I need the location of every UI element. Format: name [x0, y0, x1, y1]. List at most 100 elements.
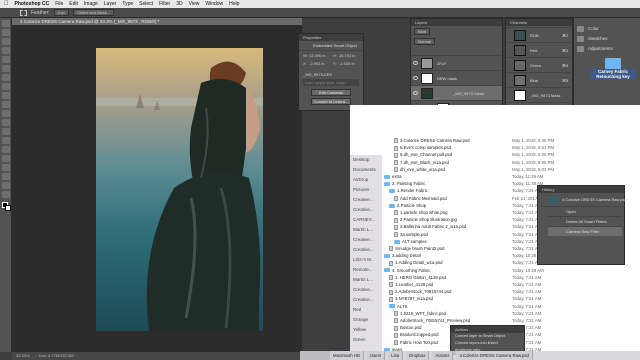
healing-tool-icon[interactable]: [1, 74, 10, 81]
gradient-tool-icon[interactable]: [1, 119, 10, 126]
apple-icon[interactable]: : [4, 1, 9, 7]
lasso-tool-icon[interactable]: [1, 38, 10, 45]
brush-tool-icon[interactable]: [1, 83, 10, 90]
sidebar-item[interactable]: Martin L...: [350, 225, 382, 235]
sidebar-item[interactable]: LISA's M...: [350, 255, 382, 265]
finder-row[interactable]: 3.Colorize DRESS Camera Raw.psd May 1, 20…: [384, 137, 554, 144]
menu-select[interactable]: Select: [139, 1, 153, 7]
channel-row[interactable]: Green ⌘4: [506, 57, 573, 72]
quick-select-tool-icon[interactable]: [1, 47, 10, 54]
desktop-folder[interactable]: Carney Fabric Retouching key: [590, 58, 636, 86]
type-tool-icon[interactable]: [1, 155, 10, 162]
finder-row[interactable]: 3a.sample.psd Today, 7:21 AM: [384, 231, 542, 238]
path-select-tool-icon[interactable]: [1, 164, 10, 171]
path-item[interactable]: Actions: [432, 351, 454, 360]
history-state[interactable]: Delete All Smart Filters: [548, 216, 622, 226]
shape-tool-icon[interactable]: [1, 173, 10, 180]
menu-view[interactable]: View: [189, 1, 200, 7]
tag-orange[interactable]: Orange: [350, 315, 382, 325]
history-state-selected[interactable]: Camera Raw Filter: [548, 226, 622, 236]
finder-row[interactable]: ALT samples Today, 7:21 AM: [384, 238, 542, 245]
finder-row[interactable]: ALTS Today, 7:21 AM: [384, 303, 542, 310]
sidebar-item[interactable]: Documents: [350, 165, 382, 175]
document-image[interactable]: [96, 48, 263, 331]
layer-row-selected[interactable]: _MG_9573 Gown: [411, 85, 502, 100]
finder-row[interactable]: 2. Painting Fabric Today, 11:38 AM: [384, 180, 543, 187]
channels-title[interactable]: Channels: [506, 19, 572, 26]
channel-row[interactable]: Red ⌘3: [506, 42, 573, 57]
menu-3d[interactable]: 3D: [176, 1, 182, 7]
path-item[interactable]: Macintosh HD: [330, 351, 364, 360]
tag-yellow[interactable]: Yellow: [350, 325, 382, 335]
tag-red[interactable]: Red: [350, 305, 382, 315]
sidebar-item[interactable]: Remote...: [350, 265, 382, 275]
menu-edit[interactable]: Edit: [69, 1, 78, 7]
hand-tool-icon[interactable]: [1, 182, 10, 189]
finder-row[interactable]: 1.Leather_4128.psd Today, 7:21 AM: [384, 281, 542, 288]
sidebar-item[interactable]: Desktop: [350, 155, 382, 165]
finder-row[interactable]: 1.5219_WFT_fabric.psd Today, 7:21 AM: [384, 310, 542, 317]
app-menu[interactable]: Photoshop CC: [15, 1, 50, 7]
channel-row[interactable]: _MG_9573 Mask: [506, 87, 573, 102]
feather-input[interactable]: 0 px: [53, 9, 70, 16]
path-item[interactable]: Dropbox: [406, 351, 430, 360]
w-value[interactable]: 12.496 in: [309, 53, 325, 58]
finder-row[interactable]: Add Fabric Mermaid.psd Feb 21, 2017, 7:21…: [384, 195, 555, 202]
finder-row[interactable]: AdobeStock_70815744_Preview.psd Today, 7:…: [384, 317, 542, 324]
layers-title[interactable]: Layers: [411, 19, 502, 26]
sidebar-item[interactable]: Pictures: [350, 185, 382, 195]
sidebar-item[interactable]: AirDrop: [350, 175, 382, 185]
menu-file[interactable]: File: [55, 1, 63, 7]
finder-row[interactable]: 3.Ballerina Adult Fabric 2_w1a.psd Today,…: [384, 223, 542, 230]
y-value[interactable]: -1.035 in: [339, 61, 355, 66]
finder-row[interactable]: 3.adding Detail Today, 10:28 AM: [384, 252, 544, 259]
finder-row[interactable]: 1.Render Fabric Today, 7:21 AM: [384, 187, 542, 194]
finder-row[interactable]: 2.AdobeStock_70815744.psd Today, 7:21 AM: [384, 288, 542, 295]
menu-help[interactable]: Help: [229, 1, 239, 7]
pen-tool-icon[interactable]: [1, 146, 10, 153]
history-state[interactable]: Open: [548, 206, 622, 216]
path-item[interactable]: 4.Colorize DRESS Camera Raw.psd: [456, 351, 533, 360]
background-color-swatch[interactable]: [5, 205, 11, 211]
sidebar-item[interactable]: Creative...: [350, 245, 382, 255]
visibility-eye-icon[interactable]: [413, 61, 418, 65]
document-tab[interactable]: 4.Colorize DRESS Camera Raw.psd @ 33.3% …: [12, 18, 302, 26]
zoom-level[interactable]: 33.33%: [16, 353, 30, 358]
eraser-tool-icon[interactable]: [1, 110, 10, 117]
path-item[interactable]: Users: [366, 351, 386, 360]
finder-row[interactable]: extra Today, 11:29 AM: [384, 173, 543, 180]
swatches-panel-tab[interactable]: Swatches: [574, 34, 640, 44]
finder-row[interactable]: 1. HERO Darkin_4128.psd Today, 7:21 AM: [384, 274, 542, 281]
stamp-tool-icon[interactable]: [1, 92, 10, 99]
select-and-mask-button[interactable]: Select and Mask...: [73, 9, 115, 16]
history-title[interactable]: History: [538, 186, 624, 193]
move-tool-icon[interactable]: [1, 20, 10, 27]
x-value[interactable]: -0.993 in: [309, 61, 325, 66]
menu-layer[interactable]: Layer: [104, 1, 117, 7]
adjustments-panel-tab[interactable]: Adjustments: [574, 44, 640, 54]
finder-row[interactable]: 5.Eve's comp samples.psd May 1, 2018, 6:5…: [384, 144, 554, 151]
menu-filter[interactable]: Filter: [159, 1, 170, 7]
blend-mode-select[interactable]: Normal: [414, 38, 435, 45]
finder-row[interactable]: 2.Particle Shop Illustration.jpg Today, 7…: [384, 216, 542, 223]
convert-to-linked-button[interactable]: Convert to Linked...: [311, 98, 351, 105]
finder-row[interactable]: 6.dh_eve_Channel pull.psd May 1, 2018, 6:…: [384, 151, 554, 158]
finder-row[interactable]: 1.particle shop white.png Today, 7:21 AM: [384, 209, 542, 216]
visibility-eye-icon[interactable]: [413, 91, 418, 95]
finder-row[interactable]: 1.Adding Detail_w1a.psd Today, 7:21 AM: [384, 259, 542, 266]
properties-title[interactable]: Properties: [299, 34, 363, 41]
sidebar-item[interactable]: Creative...: [350, 285, 382, 295]
blur-tool-icon[interactable]: [1, 128, 10, 135]
finder-row[interactable]: 4. Smoothing Fabric Today, 10:28 AM: [384, 267, 544, 274]
finder-row[interactable]: dh_eve_white_w1a.psd May 1, 2018, 6:03 PM: [384, 166, 554, 173]
sidebar-item[interactable]: Creative...: [350, 205, 382, 215]
menu-window[interactable]: Window: [205, 1, 223, 7]
sidebar-item[interactable]: Creative...: [350, 295, 382, 305]
layer-row[interactable]: 2FLY: [411, 55, 502, 70]
sidebar-item[interactable]: Martin L...: [350, 275, 382, 285]
sidebar-item[interactable]: CARNEY...: [350, 215, 382, 225]
finder-row[interactable]: 7.dh_eve_Black_w1a.psd May 1, 2018, 5:55 …: [384, 159, 554, 166]
channel-row[interactable]: RGB ⌘2: [506, 27, 573, 42]
action-item[interactable]: Convert layers into linked: [451, 340, 524, 347]
menu-type[interactable]: Type: [122, 1, 133, 7]
